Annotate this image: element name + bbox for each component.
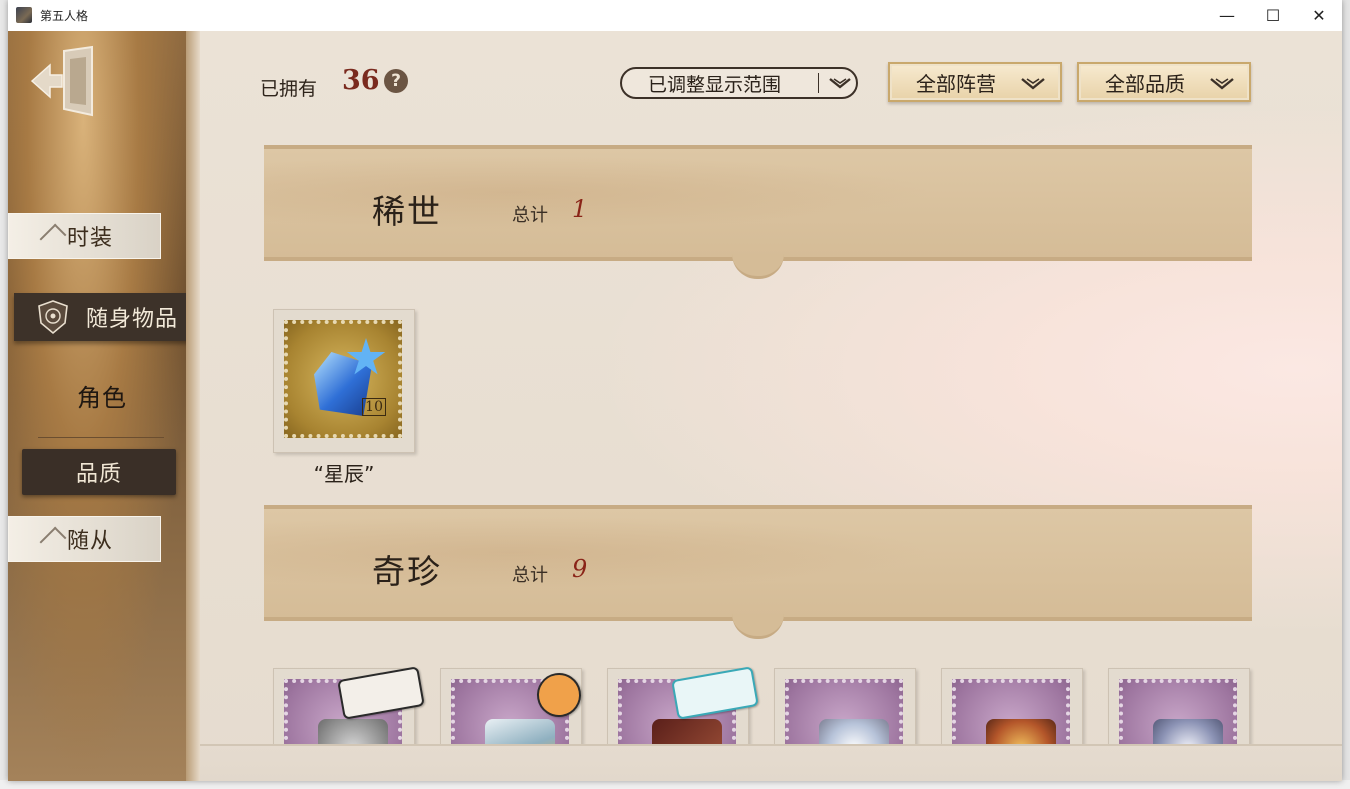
title-bar: 第五人格 — ☐ ✕ [8, 0, 1342, 32]
app-icon [16, 7, 32, 23]
owned-label: 已拥有 [260, 78, 318, 100]
owned-count: 36 [342, 65, 380, 96]
quality-filter-label: 全部品质 [1105, 71, 1185, 96]
maximize-button[interactable]: ☐ [1250, 0, 1296, 31]
section-title: 稀世 [372, 192, 442, 231]
tab-marker-icon [39, 526, 67, 554]
chevron-down-icon [1209, 74, 1235, 98]
section-total-label: 总计 [512, 205, 548, 226]
sticker-logo-icon [671, 666, 759, 720]
window-title: 第五人格 [40, 9, 89, 23]
camp-filter-dropdown[interactable]: 全部阵营 [888, 62, 1062, 102]
exit-door-icon[interactable] [28, 45, 98, 117]
minimize-button[interactable]: — [1204, 0, 1250, 31]
section-title: 奇珍 [372, 552, 442, 591]
help-icon[interactable]: ? [384, 69, 408, 93]
gold-stamp: 10 [284, 320, 402, 438]
item-name: “星辰” [313, 462, 375, 486]
item-card-star[interactable]: 10 [273, 309, 415, 453]
tab-outfit-label: 时装 [67, 226, 114, 251]
tab-follower-label: 随从 [67, 529, 114, 554]
stamp-value: 10 [362, 398, 386, 416]
chevron-down-icon [828, 75, 852, 97]
tab-items-label: 随身物品 [86, 307, 179, 332]
sidebar: 时装 随身物品 角色 品质 随从 [8, 31, 216, 781]
list-bottom-edge [200, 744, 1342, 781]
section-header-rare: 稀世 总计 1 [264, 145, 1252, 279]
stamp-frame: 10 [273, 309, 415, 453]
desktop-left-edge [0, 0, 8, 789]
section-total-value: 1 [572, 195, 588, 223]
item-collection-panel: 已拥有 36 ? 已调整显示范围 全部阵营 全部品质 稀世 总计 1 10 “星… [200, 31, 1342, 781]
app-window: 第五人格 — ☐ ✕ 时装 随身物品 角色 品质 随从 已拥有 36 ? 已调整… [8, 0, 1342, 781]
section-total-label: 总计 [512, 565, 548, 586]
tab-outfit[interactable]: 时装 [8, 213, 161, 259]
desktop-bottom-edge [0, 780, 1350, 789]
desktop-right-edge [1342, 0, 1350, 789]
tab-quality[interactable]: 品质 [22, 449, 176, 495]
shield-icon [36, 299, 70, 335]
section-total-value: 9 [572, 555, 588, 583]
chevron-down-icon [1020, 74, 1046, 98]
display-range-filter[interactable]: 已调整显示范围 [620, 67, 858, 99]
section-header-treasure: 奇珍 总计 9 [264, 505, 1252, 639]
quality-filter-dropdown[interactable]: 全部品质 [1077, 62, 1251, 102]
filter-separator [818, 73, 819, 93]
sticker-logo-icon [337, 666, 425, 720]
camp-filter-label: 全部阵营 [916, 71, 996, 96]
close-button[interactable]: ✕ [1296, 0, 1342, 31]
tab-marker-icon [39, 223, 67, 251]
game-viewport: 时装 随身物品 角色 品质 随从 已拥有 36 ? 已调整显示范围 全部阵营 全… [8, 31, 1342, 781]
sidebar-divider [38, 437, 164, 438]
display-range-label: 已调整显示范围 [648, 73, 782, 96]
tab-role[interactable]: 角色 [8, 373, 196, 417]
tab-follower[interactable]: 随从 [8, 516, 161, 562]
